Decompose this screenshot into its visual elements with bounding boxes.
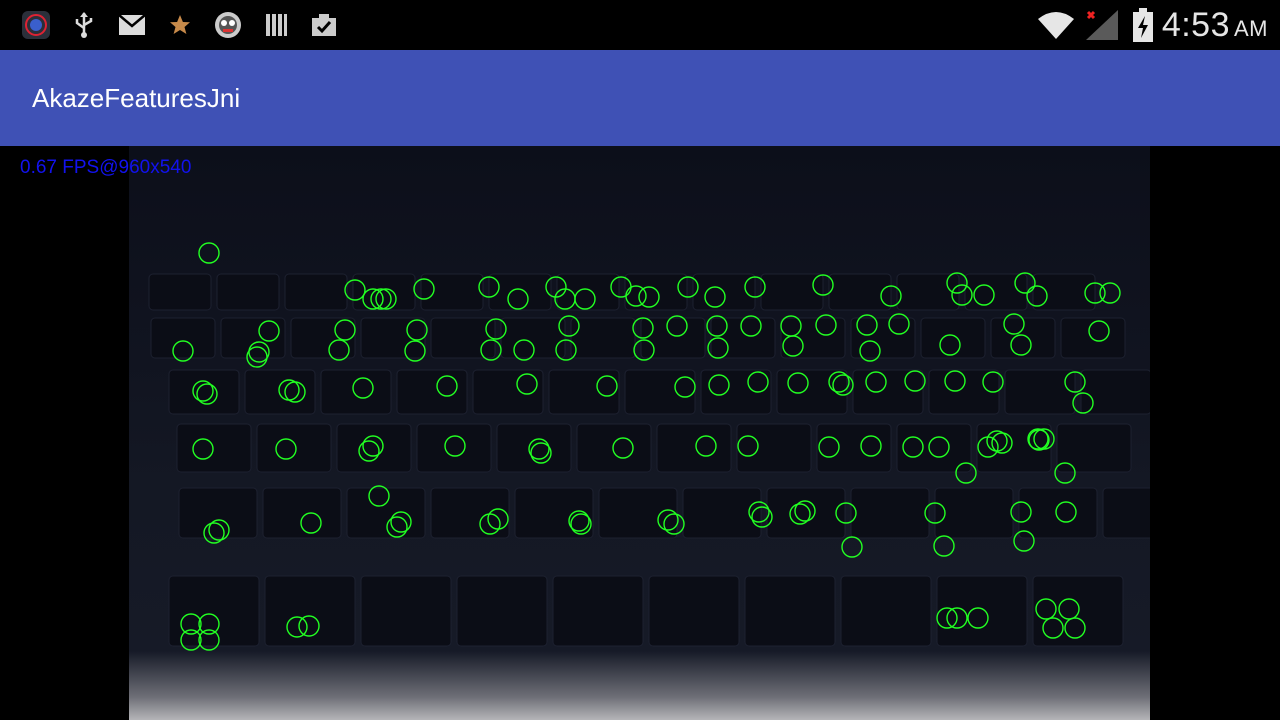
keyboard-key bbox=[500, 317, 566, 359]
keyboard-key bbox=[640, 317, 706, 359]
keyboard-key bbox=[1060, 317, 1126, 359]
keyboard-key bbox=[360, 575, 452, 647]
library-icon bbox=[260, 9, 292, 41]
keyboard-key bbox=[346, 487, 426, 539]
keyboard-key bbox=[496, 423, 572, 473]
signal-icon bbox=[1082, 9, 1122, 41]
keyboard-key bbox=[990, 317, 1056, 359]
keyboard-key bbox=[216, 273, 280, 311]
feature-keypoint bbox=[198, 242, 220, 264]
keyboard-key bbox=[896, 273, 960, 311]
keyboard-key bbox=[176, 423, 252, 473]
status-time: 4:53 AM bbox=[1162, 4, 1268, 50]
keyboard-key bbox=[552, 575, 644, 647]
keyboard-key bbox=[766, 487, 846, 539]
keyboard-key bbox=[840, 575, 932, 647]
keyboard-key bbox=[456, 575, 548, 647]
keypoint-overlay bbox=[148, 242, 1150, 651]
keyboard-key bbox=[420, 273, 484, 311]
keyboard-key bbox=[556, 273, 620, 311]
wifi-icon bbox=[1036, 9, 1076, 41]
keyboard-key bbox=[576, 423, 652, 473]
keyboard-key bbox=[656, 423, 732, 473]
keyboard-key bbox=[816, 423, 892, 473]
star-icon bbox=[164, 9, 196, 41]
keyboard-key bbox=[284, 273, 348, 311]
keyboard-key bbox=[262, 487, 342, 539]
app-notification-icon bbox=[20, 9, 52, 41]
keyboard-key bbox=[148, 273, 212, 311]
gmail-icon bbox=[116, 9, 148, 41]
keyboard-key bbox=[1004, 369, 1076, 415]
keyboard-key bbox=[1056, 423, 1132, 473]
clipboard-check-icon bbox=[308, 9, 340, 41]
keyboard-key bbox=[744, 575, 836, 647]
battery-icon bbox=[1128, 8, 1158, 42]
app-title: AkazeFeaturesJni bbox=[32, 83, 241, 113]
keyboard-key bbox=[256, 423, 332, 473]
keyboard-key bbox=[352, 273, 416, 311]
keyboard-key bbox=[290, 317, 356, 359]
face-app-icon bbox=[212, 9, 244, 41]
keyboard-key bbox=[760, 273, 824, 311]
app-bar: AkazeFeaturesJni bbox=[0, 50, 1280, 146]
keyboard-key bbox=[736, 423, 812, 473]
keyboard-key bbox=[934, 487, 1014, 539]
fps-label: 0.67 FPS@960x540 bbox=[20, 157, 192, 178]
keyboard-key bbox=[336, 423, 412, 473]
keyboard-key bbox=[1102, 487, 1150, 539]
keyboard-key bbox=[430, 317, 496, 359]
keyboard-key bbox=[320, 369, 392, 415]
keyboard-key bbox=[396, 369, 468, 415]
keyboard-key bbox=[850, 487, 930, 539]
keyboard-key bbox=[920, 317, 986, 359]
usb-icon bbox=[68, 9, 100, 41]
time-value: 4:53 bbox=[1161, 6, 1230, 44]
keyboard-key bbox=[150, 317, 216, 359]
keyboard-key bbox=[416, 423, 492, 473]
feature-keypoint bbox=[1099, 282, 1121, 304]
feature-keypoint bbox=[933, 535, 955, 557]
feature-keypoint bbox=[841, 536, 863, 558]
keyboard-key bbox=[648, 575, 740, 647]
keyboard-key bbox=[168, 369, 240, 415]
keyboard-key bbox=[852, 369, 924, 415]
time-ampm: AM bbox=[1234, 16, 1268, 41]
keyboard-key bbox=[360, 317, 426, 359]
keyboard-key bbox=[570, 317, 636, 359]
keyboard-key bbox=[598, 487, 678, 539]
keyboard-key bbox=[178, 487, 258, 539]
status-bar: 4:53 AM bbox=[0, 0, 1280, 50]
camera-preview[interactable] bbox=[129, 146, 1150, 720]
